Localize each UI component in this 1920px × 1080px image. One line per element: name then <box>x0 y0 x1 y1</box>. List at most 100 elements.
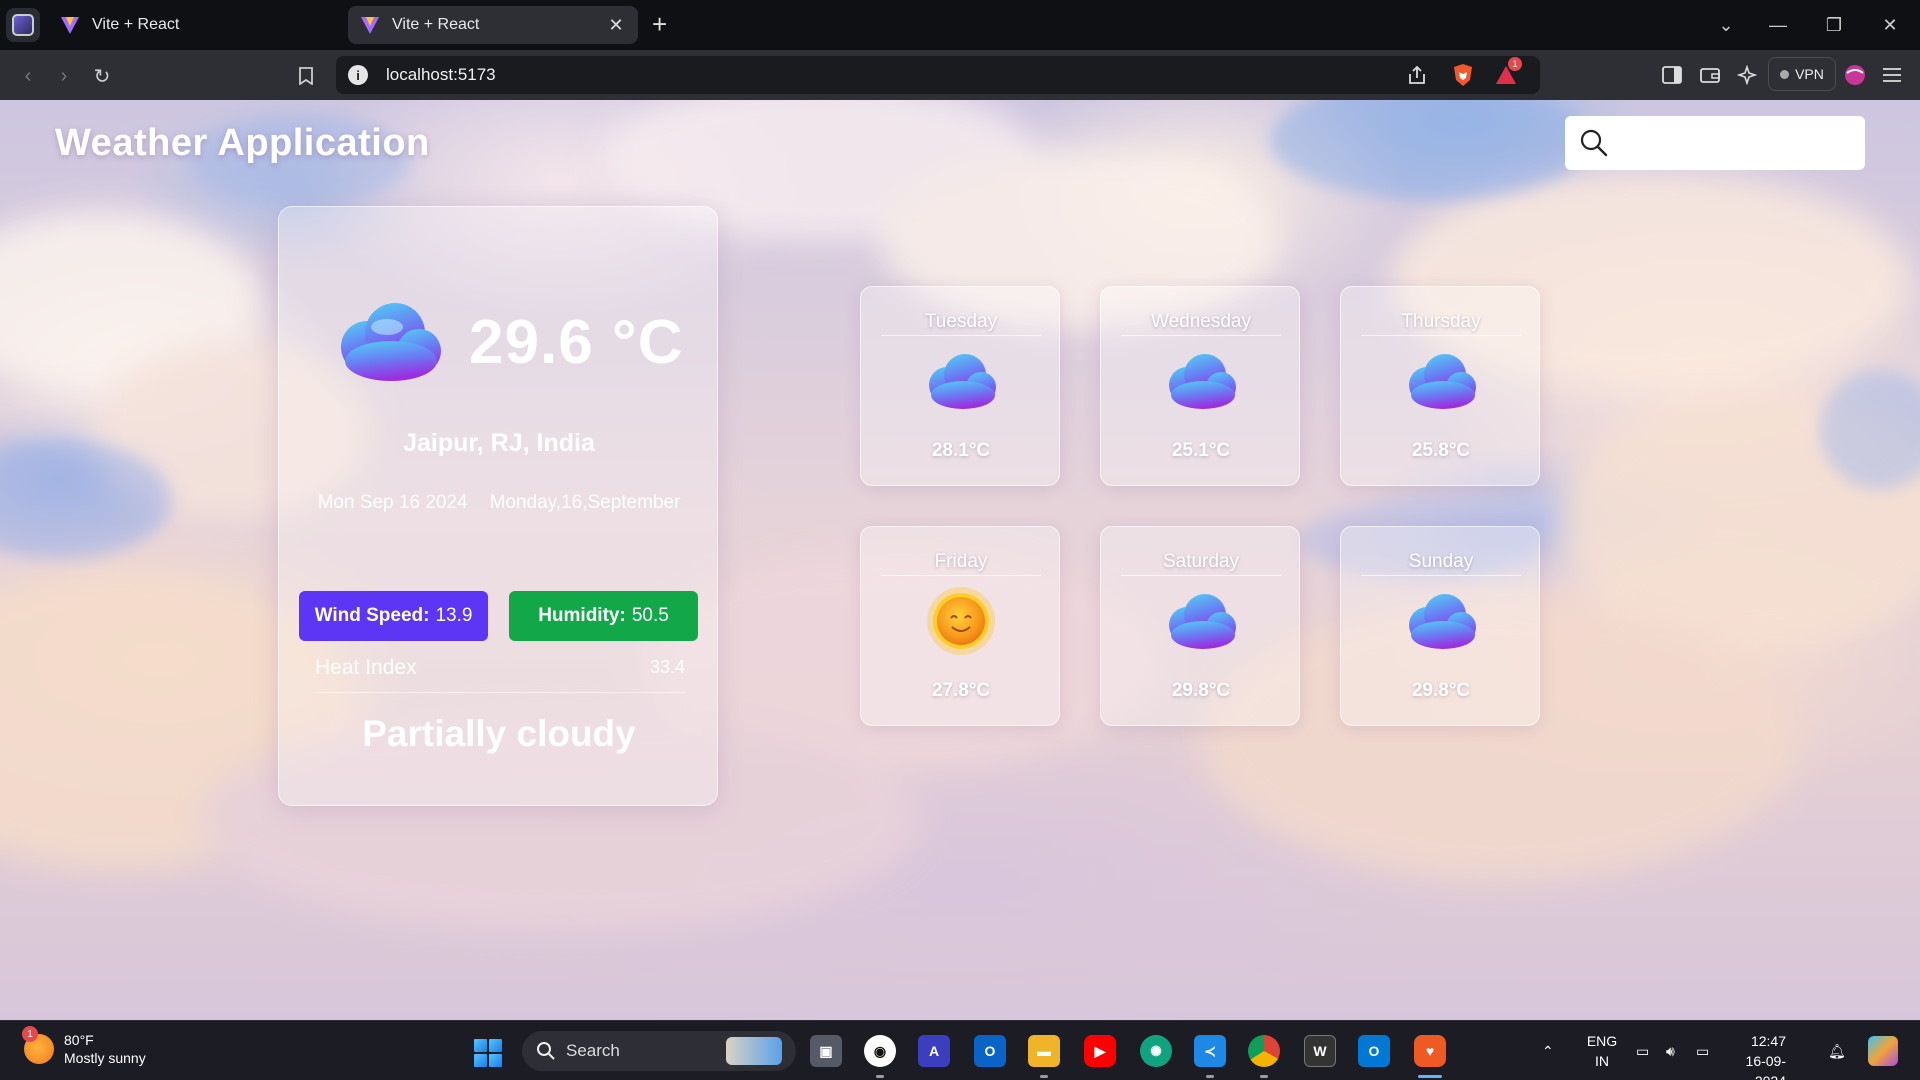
forecast-day: Thursday <box>1361 311 1521 336</box>
wordpad-icon[interactable]: W <box>1304 1035 1336 1067</box>
restore-button[interactable]: ❐ <box>1806 0 1862 50</box>
forecast-card-friday: Friday 27.8°C <box>860 526 1060 726</box>
active-app-indicator <box>1418 1075 1442 1078</box>
forecast-day: Sunday <box>1361 551 1521 576</box>
show-hidden-icons[interactable]: ⌃ <box>1542 1021 1554 1080</box>
leo-ai-icon[interactable] <box>1735 63 1759 87</box>
forecast-card-wednesday: Wednesday 25.1°C <box>1100 286 1300 486</box>
outlook-new-icon[interactable]: O <box>1358 1035 1390 1067</box>
sun-icon: 1 <box>22 1026 54 1064</box>
chrome-icon[interactable] <box>1248 1035 1280 1067</box>
forecast-day: Wednesday <box>1121 311 1281 336</box>
clock-date: 16-09-2024 <box>1745 1053 1786 1080</box>
wind-speed-value: 13.9 <box>435 605 473 626</box>
date-row: Mon Sep 16 2024 Monday,16,September <box>279 492 719 514</box>
menu-icon[interactable] <box>1880 63 1904 87</box>
wind-speed-badge: Wind Speed: 13.9 <box>299 591 488 641</box>
current-temperature: 29.6 °C <box>469 308 684 377</box>
heat-index-row: Heat Index 33.4 <box>315 643 685 693</box>
brave-extension-icon[interactable] <box>1843 63 1867 87</box>
browser-toolbar: ‹ › ↻ i localhost:5173 1 VPN <box>0 50 1920 100</box>
cloud-icon <box>341 303 441 381</box>
vite-logo-icon <box>361 17 379 34</box>
search-input[interactable] <box>1619 116 1865 170</box>
humidity-badge: Humidity: 50.5 <box>509 591 698 641</box>
task-view-icon[interactable]: ▣ <box>810 1035 842 1067</box>
forecast-card-sunday: Sunday 29.8°C <box>1340 526 1540 726</box>
forecast-temp: 25.1°C <box>1171 440 1231 461</box>
profile-button[interactable] <box>6 8 40 42</box>
close-tab-icon[interactable]: ✕ <box>606 15 626 36</box>
volume-icon[interactable]: 🔊︎ <box>1666 1021 1675 1080</box>
tab-search-icon[interactable]: ⌄ <box>1698 0 1754 50</box>
heat-index-value: 33.4 <box>649 657 685 677</box>
tab-1[interactable]: Vite + React <box>48 6 338 44</box>
forecast-temp: 27.8°C <box>931 680 991 701</box>
forecast-day: Friday <box>881 551 1041 576</box>
humidity-label: Humidity: <box>538 605 626 626</box>
info-icon[interactable]: i <box>348 65 368 85</box>
brave-shields-icon[interactable] <box>1451 63 1475 87</box>
forecast-temp: 29.8°C <box>1411 680 1471 701</box>
date-long: Monday,16,September <box>489 492 681 513</box>
vpn-label: VPN <box>1795 66 1824 82</box>
brave-rewards-icon[interactable]: 1 <box>1494 57 1522 87</box>
address-bar[interactable]: i localhost:5173 <box>336 56 1540 94</box>
back-icon[interactable]: ‹ <box>14 62 42 90</box>
network-icon[interactable]: ▭ <box>1636 1021 1649 1080</box>
forward-icon[interactable]: › <box>50 62 78 90</box>
chatgpt-icon[interactable]: ✺ <box>1140 1035 1172 1067</box>
url-text: localhost:5173 <box>386 65 496 84</box>
wind-speed-label: Wind Speed: <box>314 605 430 626</box>
weather-widget[interactable]: 1 80°F Mostly sunny <box>22 1026 146 1067</box>
start-button[interactable] <box>474 1039 502 1067</box>
search-icon[interactable] <box>1579 128 1609 158</box>
sidebar-icon[interactable] <box>1660 63 1684 87</box>
system-clock[interactable]: 12:47 16-09-2024 <box>1730 1031 1786 1080</box>
clock-time: 12:47 <box>1750 1033 1786 1049</box>
outlook-icon[interactable]: O <box>974 1035 1006 1067</box>
tab-2[interactable]: Vite + React ✕ <box>348 6 638 44</box>
widget-description: Mostly sunny <box>64 1050 146 1066</box>
brave-icon[interactable]: ♥ <box>1414 1035 1446 1067</box>
sun-icon <box>927 587 995 655</box>
vpn-button[interactable]: VPN <box>1768 57 1836 91</box>
battery-icon[interactable]: ▭ <box>1696 1021 1709 1080</box>
cloud-icon <box>1169 354 1236 409</box>
close-window-button[interactable]: ✕ <box>1862 0 1918 50</box>
new-tab-button[interactable]: + <box>652 10 667 38</box>
notification-bell-icon[interactable]: 🔔︎ <box>1828 1021 1846 1080</box>
github-icon[interactable]: ◉ <box>864 1035 896 1067</box>
youtube-icon[interactable]: ▶ <box>1084 1035 1116 1067</box>
vpn-status-icon <box>1780 69 1790 79</box>
folder-icon[interactable]: ▬ <box>1028 1035 1060 1067</box>
copilot-icon[interactable] <box>1868 1036 1898 1066</box>
heat-index-label: Heat Index <box>315 655 417 679</box>
cloud-icon <box>929 354 996 409</box>
cloud-icon <box>1409 354 1476 409</box>
forecast-day: Tuesday <box>881 311 1041 336</box>
forecast-temp: 28.1°C <box>931 440 991 461</box>
search-box[interactable] <box>1565 116 1865 170</box>
language-indicator[interactable]: ENG IN <box>1584 1031 1620 1071</box>
cloud-icon <box>1409 594 1476 649</box>
weather-page: Weather Application 29.6 °C Jaipur, RJ, … <box>0 100 1920 1020</box>
reload-icon[interactable]: ↻ <box>88 62 116 90</box>
azure-icon[interactable]: A <box>918 1035 950 1067</box>
search-highlight-icon <box>726 1037 782 1065</box>
cloud-icon <box>1169 594 1236 649</box>
forecast-card-saturday: Saturday 29.8°C <box>1100 526 1300 726</box>
minimize-button[interactable]: — <box>1750 0 1806 50</box>
humidity-value: 50.5 <box>631 605 669 626</box>
tab-label: Vite + React <box>392 16 480 33</box>
vscode-icon[interactable]: ≺ <box>1194 1035 1226 1067</box>
search-icon <box>537 1042 555 1060</box>
share-icon[interactable] <box>1405 63 1429 87</box>
wallet-icon[interactable] <box>1698 63 1722 87</box>
forecast-temp: 29.8°C <box>1171 680 1231 701</box>
forecast-day: Saturday <box>1121 551 1281 576</box>
taskbar-search[interactable]: Search <box>522 1031 796 1071</box>
app-title: Weather Application <box>55 122 430 164</box>
windows-taskbar: 1 80°F Mostly sunny Search ▣ ◉ A O ▬ ▶ ✺… <box>0 1020 1920 1080</box>
bookmark-icon[interactable] <box>292 62 320 90</box>
